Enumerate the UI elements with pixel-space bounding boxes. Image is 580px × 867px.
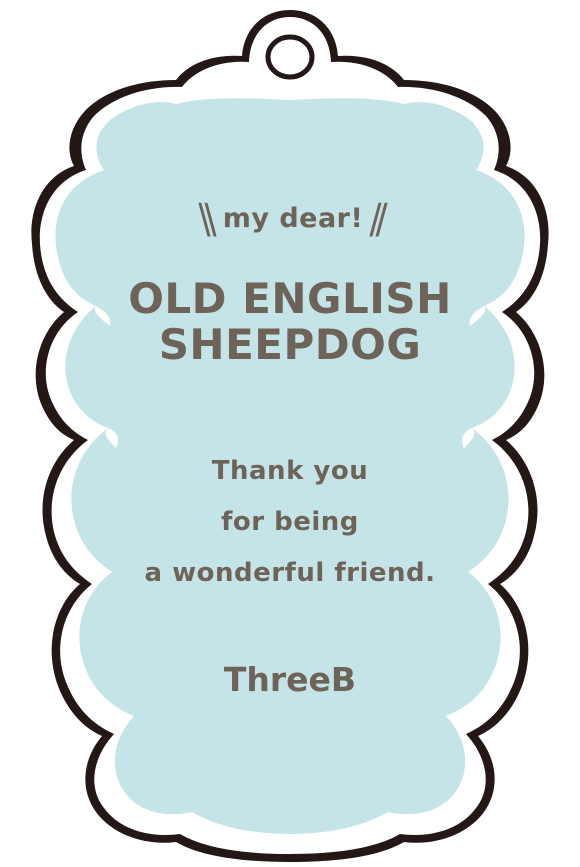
greeting-open-marks: \\ [198, 195, 216, 243]
thank-you-message: Thank you for being a wonderful friend. [0, 446, 580, 599]
message-line-2: for being [221, 507, 359, 537]
greeting-close-marks: // [369, 195, 387, 243]
breed-title: OLD ENGLISH SHEEPDOG [0, 276, 580, 368]
greeting-text: my dear! [222, 203, 364, 234]
message-line-1: Thank you [211, 456, 369, 486]
title-line-2: SHEEPDOG [158, 320, 422, 369]
keychain-tag: \\ my dear!// OLD ENGLISH SHEEPDOG Thank … [0, 0, 580, 867]
brand-signature: ThreeB [223, 660, 357, 699]
title-line-1: OLD ENGLISH [128, 274, 452, 323]
message-line-3: a wonderful friend. [144, 558, 436, 588]
tag-text: \\ my dear!// OLD ENGLISH SHEEPDOG Thank … [0, 0, 580, 867]
greeting-label: \\ my dear!// [0, 195, 580, 243]
